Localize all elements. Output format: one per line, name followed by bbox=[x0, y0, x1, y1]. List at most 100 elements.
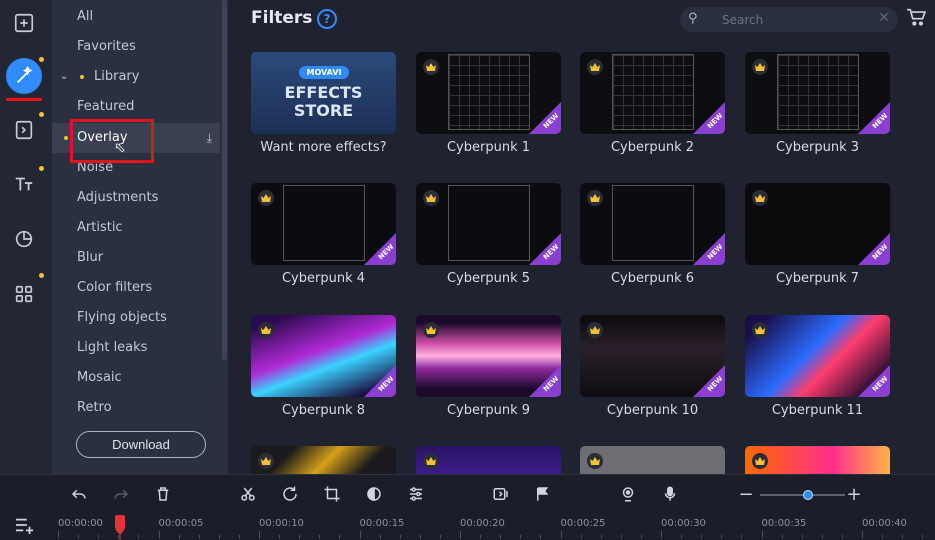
marker-flag-icon[interactable] bbox=[532, 483, 554, 505]
filter-card[interactable]: NEW Cyberpunk 7 bbox=[745, 183, 890, 286]
stabilize-icon[interactable] bbox=[490, 483, 512, 505]
highlight-annotation-box bbox=[70, 119, 154, 163]
delete-icon[interactable] bbox=[152, 483, 174, 505]
filter-card-label: Cyberpunk 1 bbox=[446, 140, 531, 155]
filter-card[interactable]: NEW Cyberpunk 11 bbox=[745, 315, 890, 418]
filter-thumbnail[interactable] bbox=[745, 446, 890, 474]
hud-frame-graphic bbox=[283, 185, 365, 261]
microphone-icon[interactable] bbox=[659, 483, 681, 505]
webcam-icon[interactable] bbox=[617, 483, 639, 505]
timeline-ruler[interactable]: 00:00:00 00:00:05 00:00:10 00:00:15 00:00:20… bbox=[58, 513, 928, 540]
category-label: Flying objects bbox=[77, 310, 167, 325]
category-label: Library bbox=[94, 69, 140, 84]
filter-card[interactable]: NEW Cyberpunk 6 bbox=[580, 183, 725, 286]
filters-magic-icon[interactable] bbox=[6, 58, 42, 94]
timeline-tick bbox=[560, 531, 562, 539]
titles-icon[interactable] bbox=[6, 166, 42, 202]
filter-thumbnail: NEW bbox=[416, 183, 561, 265]
more-tools-icon[interactable] bbox=[6, 276, 42, 312]
filter-card-label: Cyberpunk 6 bbox=[610, 271, 695, 286]
filter-card[interactable]: NEW Cyberpunk 3 bbox=[745, 52, 890, 155]
rotate-icon[interactable] bbox=[279, 483, 301, 505]
redo-icon[interactable] bbox=[110, 483, 132, 505]
timeline-tick bbox=[761, 531, 763, 539]
filter-card[interactable]: NEW Cyberpunk 9 bbox=[416, 315, 561, 418]
premium-crown-icon bbox=[752, 190, 768, 206]
premium-crown-icon bbox=[752, 322, 768, 338]
add-track-icon[interactable] bbox=[14, 516, 36, 534]
clip-properties-icon[interactable] bbox=[405, 483, 427, 505]
download-arrow-icon[interactable]: ⤓ bbox=[207, 123, 212, 153]
selection-underline bbox=[6, 98, 42, 101]
sidebar-scrollbar[interactable] bbox=[222, 0, 227, 360]
search-input[interactable] bbox=[722, 11, 862, 28]
category-flying-objects[interactable]: Flying objects bbox=[52, 303, 220, 333]
category-retro[interactable]: Retro bbox=[52, 393, 220, 423]
filter-card[interactable]: NEW Cyberpunk 2 bbox=[580, 52, 725, 155]
filter-card[interactable]: NEW Cyberpunk 1 bbox=[416, 52, 561, 155]
new-indicator-dot bbox=[39, 166, 44, 171]
filter-thumbnail: NEW bbox=[580, 183, 725, 265]
category-mosaic[interactable]: Mosaic bbox=[52, 363, 220, 393]
filter-card[interactable]: NEW Cyberpunk 10 bbox=[580, 315, 725, 418]
timeline-tick-label: 00:00:40 bbox=[862, 518, 907, 529]
category-all[interactable]: All bbox=[52, 2, 220, 32]
filter-card-label: Cyberpunk 11 bbox=[771, 403, 864, 418]
filter-thumbnail[interactable] bbox=[580, 446, 725, 474]
import-icon[interactable] bbox=[6, 5, 42, 41]
filter-thumbnail: NEW bbox=[416, 315, 561, 397]
category-blur[interactable]: Blur bbox=[52, 243, 220, 273]
category-featured[interactable]: Featured bbox=[52, 92, 220, 122]
category-label: Light leaks bbox=[77, 340, 148, 355]
cut-icon[interactable] bbox=[237, 483, 259, 505]
hud-frame-graphic bbox=[448, 185, 530, 261]
transitions-icon[interactable] bbox=[6, 112, 42, 148]
timeline-tick bbox=[520, 535, 522, 539]
help-icon[interactable]: ? bbox=[317, 9, 337, 29]
timeline-tick bbox=[138, 535, 140, 539]
category-library[interactable]: ⌄ Library bbox=[52, 62, 220, 92]
hud-frame-graphic bbox=[777, 54, 859, 130]
filter-thumbnail: NEW bbox=[580, 315, 725, 397]
zoom-slider-handle[interactable] bbox=[803, 490, 814, 500]
filter-card[interactable]: NEW Cyberpunk 5 bbox=[416, 183, 561, 286]
filter-thumbnail[interactable] bbox=[416, 446, 561, 474]
category-label: Mosaic bbox=[77, 370, 122, 385]
search-box[interactable]: ⚲ ✕ bbox=[680, 7, 898, 32]
timeline-tick bbox=[58, 531, 59, 539]
timeline-tick bbox=[399, 535, 401, 539]
filter-card[interactable]: NEW Cyberpunk 4 bbox=[251, 183, 396, 286]
playhead-marker[interactable] bbox=[115, 515, 126, 540]
timeline-tick bbox=[78, 535, 80, 539]
category-light-leaks[interactable]: Light leaks bbox=[52, 333, 220, 363]
category-favorites[interactable]: Favorites bbox=[52, 32, 220, 62]
timeline-tick bbox=[620, 535, 622, 539]
crop-icon[interactable] bbox=[321, 483, 343, 505]
filter-thumbnail[interactable] bbox=[251, 446, 396, 474]
premium-crown-icon bbox=[423, 322, 439, 338]
timeline-tick-label: 00:00:30 bbox=[661, 518, 706, 529]
zoom-out-icon[interactable]: − bbox=[735, 483, 757, 505]
category-adjustments[interactable]: Adjustments bbox=[52, 183, 220, 213]
download-button[interactable]: Download bbox=[76, 431, 206, 458]
clear-search-icon[interactable]: ✕ bbox=[878, 10, 890, 26]
chevron-down-icon[interactable]: ⌄ bbox=[60, 62, 68, 92]
cart-icon[interactable] bbox=[906, 8, 928, 28]
filter-card[interactable]: NEW Cyberpunk 8 bbox=[251, 315, 396, 418]
category-color-filters[interactable]: Color filters bbox=[52, 273, 220, 303]
timeline-tick bbox=[299, 535, 301, 539]
category-artistic[interactable]: Artistic bbox=[52, 213, 220, 243]
timeline-tick bbox=[640, 535, 642, 539]
undo-icon[interactable] bbox=[68, 483, 90, 505]
stickers-icon[interactable] bbox=[6, 221, 42, 257]
filter-thumbnail: NEW bbox=[745, 183, 890, 265]
timeline-tick bbox=[661, 531, 662, 539]
color-adjust-icon[interactable] bbox=[363, 483, 385, 505]
timeline-tick bbox=[359, 531, 361, 539]
page-title: Filters bbox=[251, 8, 313, 28]
premium-crown-icon bbox=[587, 59, 603, 75]
effects-store-card[interactable]: MOVAVI EFFECTS STORE Want more effects? bbox=[251, 52, 396, 155]
zoom-in-icon[interactable]: + bbox=[843, 483, 865, 505]
tool-rail bbox=[0, 0, 52, 474]
filter-card-label: Cyberpunk 3 bbox=[775, 140, 860, 155]
